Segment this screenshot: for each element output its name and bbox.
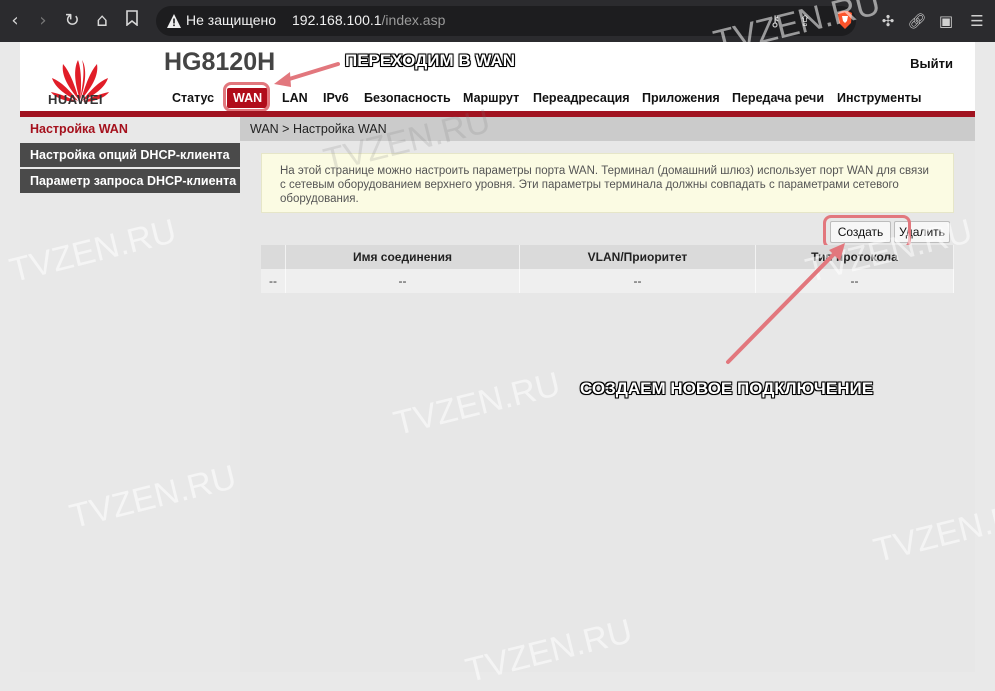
security-label[interactable]: Не защищено (186, 12, 276, 28)
table-cell: -- (261, 269, 286, 293)
brand-name: HUAWEI (48, 92, 103, 107)
tab-tools[interactable]: Инструменты (837, 88, 921, 108)
logout-link[interactable]: Выйти (910, 56, 953, 71)
bookmark-icon[interactable] (121, 10, 143, 32)
share-icon[interactable]: ⇪ (794, 10, 816, 32)
sidebar-icon[interactable]: ▣ (935, 10, 957, 32)
sidebar: Настройка WAN Настройка опций DHCP-клиен… (20, 117, 240, 672)
tab-applications[interactable]: Приложения (642, 88, 720, 108)
info-box: На этой странице можно настроить парамет… (261, 153, 954, 213)
url-host: 192.168.100.1 (292, 12, 382, 28)
wan-highlight-ring (223, 82, 270, 112)
tab-lan[interactable]: LAN (282, 88, 308, 108)
device-model: HG8120H (164, 48, 276, 76)
url-path: /index.asp (381, 12, 446, 28)
table-header: Имя соединения (285, 245, 520, 269)
tab-ipv6[interactable]: IPv6 (323, 88, 349, 108)
menu-icon[interactable]: ☰ (966, 10, 988, 32)
key-icon[interactable]: ⚷ (764, 10, 786, 32)
extensions-icon[interactable]: ✣ (877, 10, 899, 32)
tab-voice[interactable]: Передача речи (732, 88, 824, 108)
breadcrumb: WAN > Настройка WAN (240, 117, 975, 141)
wan-table: Имя соединения VLAN/Приоритет Тип проток… (261, 245, 954, 293)
link-icon[interactable]: 🔗︎ (906, 10, 928, 32)
table-cell: -- (755, 269, 954, 293)
table-header: Тип протокола (755, 245, 954, 269)
router-page: HUAWEI HG8120H Выйти Статус WAN LAN IPv6… (20, 42, 975, 672)
brave-shield-icon[interactable] (836, 10, 854, 30)
tab-route[interactable]: Маршрут (463, 88, 519, 108)
tab-security[interactable]: Безопасность (364, 88, 451, 108)
tab-forwarding[interactable]: Переадресация (533, 88, 630, 108)
table-header: VLAN/Приоритет (519, 245, 756, 269)
back-icon[interactable]: ‹ (4, 10, 26, 32)
table-cell: -- (285, 269, 520, 293)
table-row: -- -- -- -- (261, 269, 954, 293)
annotation-goto-wan: ПЕРЕХОДИМ В WAN (345, 51, 516, 70)
address-bar[interactable]: Не защищено 192.168.100.1/index.asp ⚷ ⇪ (156, 6, 856, 36)
warning-icon[interactable] (166, 13, 182, 29)
sidebar-item-dhcp-request[interactable]: Параметр запроса DHCP-клиента (20, 169, 240, 193)
browser-toolbar: ‹ › ↻ ⌂ Не защищено 192.168.100.1/index.… (0, 0, 995, 42)
table-header (261, 245, 286, 269)
forward-icon[interactable]: › (32, 10, 54, 32)
table-header-row: Имя соединения VLAN/Приоритет Тип проток… (261, 245, 954, 269)
tab-status[interactable]: Статус (172, 88, 214, 108)
table-cell: -- (519, 269, 756, 293)
annotation-create-new: СОЗДАЕМ НОВОЕ ПОДКЛЮЧЕНИЕ (580, 379, 874, 398)
url-text[interactable]: 192.168.100.1/index.asp (292, 12, 445, 28)
home-icon[interactable]: ⌂ (91, 10, 113, 32)
sidebar-item-wan-config[interactable]: Настройка WAN (20, 117, 240, 141)
sidebar-item-dhcp-options[interactable]: Настройка опций DHCP-клиента (20, 143, 240, 167)
reload-icon[interactable]: ↻ (61, 10, 83, 32)
create-highlight-ring (823, 215, 911, 249)
